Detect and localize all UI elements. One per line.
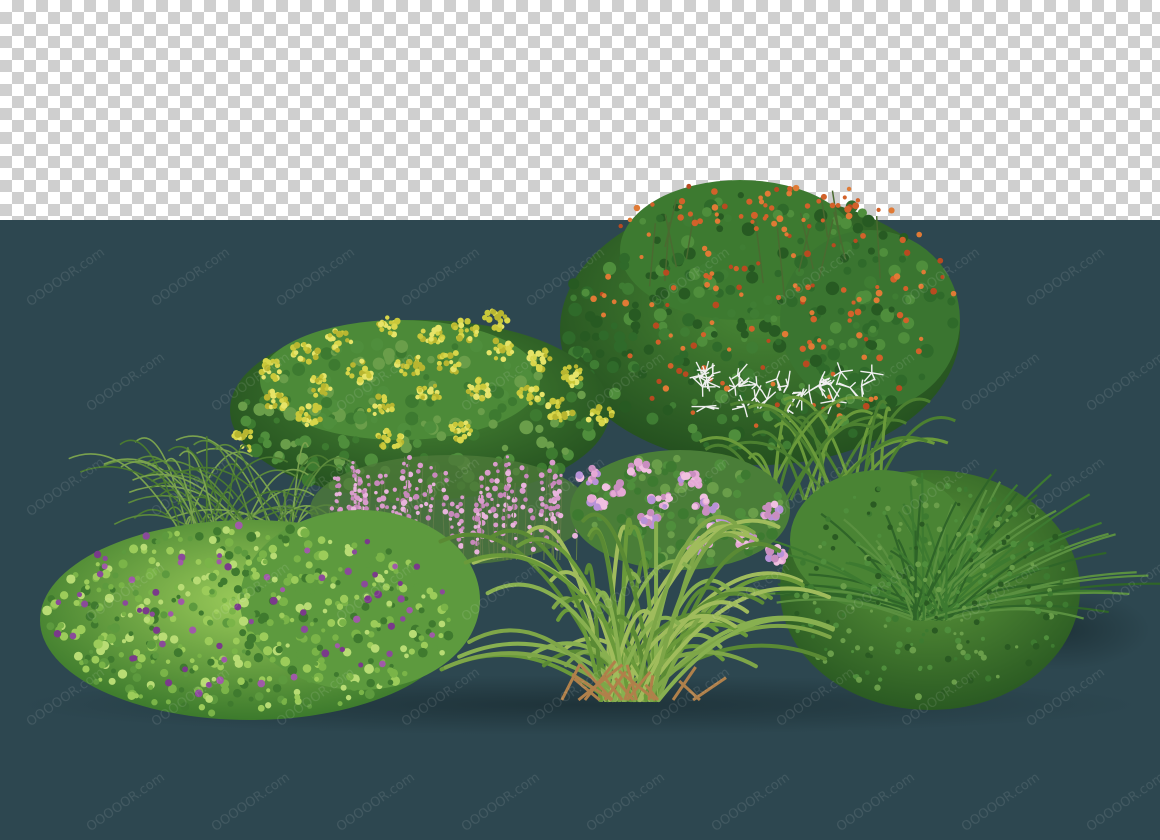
plant-cluster-illustration (20, 180, 1160, 735)
image-canvas: OOOOOR.comOOOOOR.comOOOOOR.comOOOOOR.com… (0, 0, 1160, 840)
